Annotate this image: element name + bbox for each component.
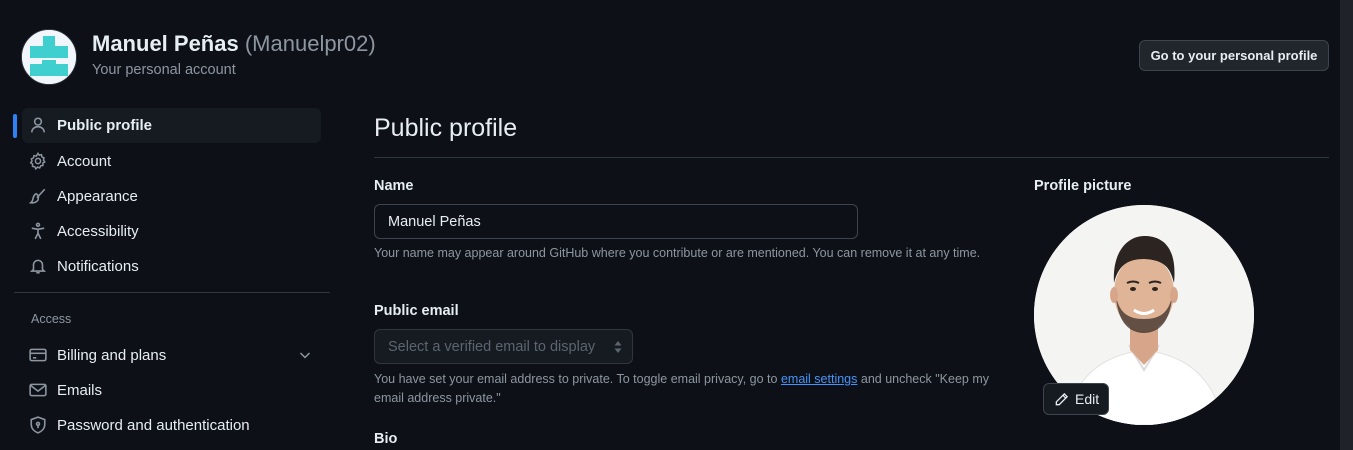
page-scrollbar[interactable] bbox=[1340, 0, 1353, 450]
sidebar-item-label: Public profile bbox=[57, 117, 153, 134]
account-subtitle: Your personal account bbox=[92, 62, 236, 78]
pencil-icon bbox=[1055, 392, 1069, 405]
name-input[interactable]: Manuel Peñas bbox=[374, 204, 858, 239]
account-name: Manuel Peñas (Manuelpr02) bbox=[92, 31, 376, 57]
public-email-note: You have set your email address to priva… bbox=[374, 370, 1004, 408]
shield-lock-icon bbox=[30, 416, 46, 434]
account-avatar bbox=[21, 29, 77, 85]
email-note-text: You have set your email address to priva… bbox=[374, 372, 781, 386]
sidebar-item-accessibility[interactable]: Accessibility bbox=[22, 214, 321, 249]
public-email-label: Public email bbox=[374, 303, 459, 319]
sidebar-group-access-heading: Access bbox=[31, 312, 72, 326]
account-display-name: Manuel Peñas bbox=[92, 31, 239, 56]
sidebar-item-label: Accessibility bbox=[57, 223, 139, 240]
sidebar-item-password-and-authentication[interactable]: Password and authentication bbox=[22, 408, 321, 443]
sidebar-item-label: Account bbox=[57, 153, 112, 170]
select-caret-icon bbox=[614, 341, 622, 353]
sidebar-item-label: Password and authentication bbox=[57, 417, 250, 434]
title-divider bbox=[374, 157, 1329, 158]
sidebar-divider bbox=[14, 292, 330, 293]
person-icon bbox=[31, 117, 45, 133]
gear-icon bbox=[29, 152, 46, 170]
sidebar-item-label: Notifications bbox=[57, 258, 139, 275]
accessibility-icon bbox=[31, 222, 45, 240]
account-login[interactable]: (Manuelpr02) bbox=[245, 31, 376, 56]
sidebar-item-notifications[interactable]: Notifications bbox=[22, 249, 321, 284]
sidebar-item-label: Emails bbox=[57, 382, 103, 399]
go-to-personal-profile-button[interactable]: Go to your personal profile bbox=[1139, 40, 1329, 71]
public-email-placeholder: Select a verified email to display bbox=[388, 338, 596, 355]
sidebar-item-billing-and-plans[interactable]: Billing and plans bbox=[22, 338, 321, 373]
profile-picture-label: Profile picture bbox=[1034, 178, 1132, 194]
page-title: Public profile bbox=[374, 114, 518, 142]
paintbrush-icon bbox=[29, 188, 46, 204]
sidebar-item-account[interactable]: Account bbox=[22, 144, 321, 179]
bell-icon bbox=[29, 259, 47, 274]
sidebar-item-label: Billing and plans bbox=[57, 347, 167, 364]
name-note: Your name may appear around GitHub where… bbox=[374, 246, 981, 260]
active-nav-indicator bbox=[13, 114, 17, 138]
edit-label: Edit bbox=[1075, 391, 1100, 407]
bio-label: Bio bbox=[374, 431, 398, 447]
email-settings-link[interactable]: email settings bbox=[781, 372, 857, 386]
sidebar-item-public-profile[interactable]: Public profile bbox=[22, 108, 321, 143]
sidebar-item-appearance[interactable]: Appearance bbox=[22, 179, 321, 214]
credit-card-icon bbox=[29, 348, 47, 362]
sidebar-item-emails[interactable]: Emails bbox=[22, 373, 321, 408]
mail-icon bbox=[29, 383, 47, 397]
sidebar-item-label: Appearance bbox=[57, 188, 138, 205]
chevron-down-icon[interactable] bbox=[297, 347, 313, 363]
name-label: Name bbox=[374, 178, 414, 194]
edit-profile-picture-button[interactable]: Edit bbox=[1043, 383, 1109, 415]
public-email-select[interactable]: Select a verified email to display bbox=[374, 329, 633, 364]
